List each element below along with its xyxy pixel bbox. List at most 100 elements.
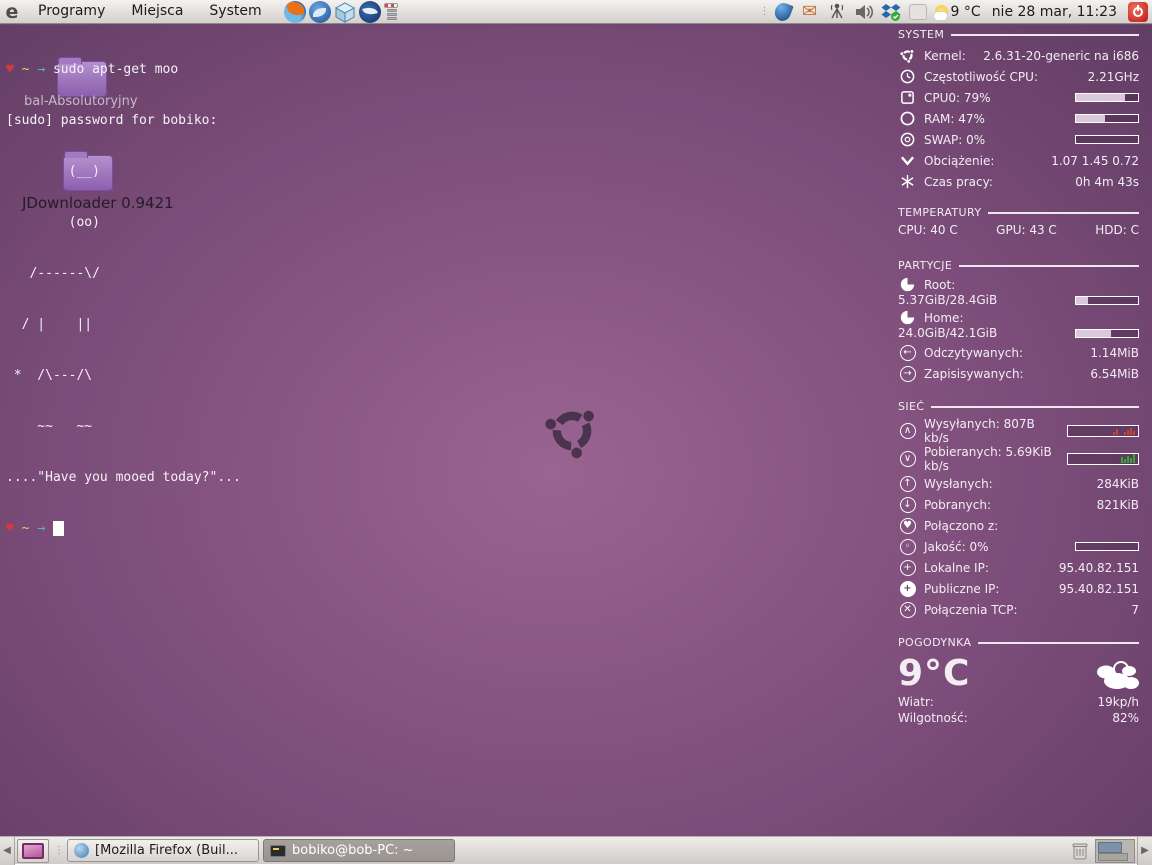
show-desktop-button[interactable] bbox=[17, 839, 49, 863]
folder-label-jdownloader[interactable]: JDownloader 0.9421 bbox=[22, 194, 174, 212]
cow-art-line: ~~ ~~ bbox=[6, 418, 241, 435]
root-usage-row: 5.37GiB/28.4GiB bbox=[898, 293, 1139, 307]
section-header-weather: POGODYNKA bbox=[898, 636, 1139, 649]
swap-bar bbox=[1075, 135, 1139, 144]
task-title: [Mozilla Firefox (Buil... bbox=[95, 843, 238, 858]
mail-tray-icon[interactable]: ✉ bbox=[800, 2, 820, 22]
prompt-arrow: → bbox=[37, 521, 45, 536]
row-label: Czas pracy: bbox=[924, 175, 993, 189]
conky-row-uptime: Czas pracy: 0h 4m 43s bbox=[898, 171, 1139, 192]
thunderbird-launcher-icon[interactable] bbox=[309, 1, 331, 23]
home-bar bbox=[1075, 329, 1139, 338]
ubuntu-mini-icon bbox=[898, 48, 917, 63]
clouds-icon bbox=[1091, 659, 1139, 694]
tasklist-grip-handle[interactable]: ⋮ bbox=[54, 847, 60, 855]
terminal-line: [sudo] password for bobiko: bbox=[6, 112, 241, 129]
conky-row-sent: ↑ Wysłanych: 284KiB bbox=[898, 473, 1139, 494]
task-title: bobiko@bob-PC: ~ bbox=[292, 843, 414, 858]
desktop-screen: e Programy Miejsca System ⋮ bbox=[0, 0, 1152, 864]
row-value: 7 bbox=[1131, 603, 1139, 617]
task-button-terminal[interactable]: bobiko@bob-PC: ~ bbox=[263, 839, 455, 862]
conky-row-connected: ♥ Połączono z: bbox=[898, 515, 1139, 536]
header-rule bbox=[959, 265, 1139, 267]
cow-art-line: / | || bbox=[6, 316, 241, 333]
row-value: 2.6.31-20-generic na i686 bbox=[983, 49, 1139, 63]
row-value: 1.07 1.45 0.72 bbox=[1051, 154, 1139, 168]
power-button[interactable] bbox=[1128, 2, 1148, 22]
conky-row-downspeed: ∨ Pobieranych: 5.69KiB kb/s bbox=[898, 445, 1139, 473]
clock-icon bbox=[898, 69, 917, 84]
wind-label: Wiatr: bbox=[898, 694, 934, 710]
spring-coil bbox=[387, 13, 397, 16]
row-label: Root: bbox=[924, 278, 955, 292]
ram-bar bbox=[1075, 114, 1139, 123]
disk-pie-icon bbox=[898, 277, 917, 292]
weather-current: 9°C bbox=[898, 653, 1139, 694]
bottom-panel: ◀ ⋮ [Mozilla Firefox (Buil... bobiko@bob… bbox=[0, 836, 1152, 864]
arrow-right-circle-icon: → bbox=[898, 366, 917, 382]
workspace-switcher[interactable] bbox=[1095, 839, 1135, 863]
spring-coil bbox=[387, 17, 397, 20]
wind-row: Wiatr: 19kp/h bbox=[898, 694, 1139, 710]
tray-grip-handle[interactable]: ⋮ bbox=[760, 8, 766, 16]
sun-cloud-icon bbox=[935, 5, 948, 18]
weather-big-temp: 9°C bbox=[898, 653, 970, 694]
terminal-line: ...."Have you mooed today?"... bbox=[6, 469, 241, 486]
header-rule bbox=[931, 406, 1139, 408]
gpu-temp: GPU: 43 C bbox=[996, 223, 1057, 237]
menu-programy[interactable]: Programy bbox=[26, 0, 117, 23]
menu-system[interactable]: System bbox=[197, 0, 273, 23]
cpu-temp: CPU: 40 C bbox=[898, 223, 958, 237]
section-header-system: SYSTEM bbox=[898, 28, 1139, 41]
virtualbox-launcher-icon[interactable] bbox=[334, 1, 356, 23]
spring-coil bbox=[387, 9, 397, 12]
terminal-line: ♥ ~ → sudo apt-get moo bbox=[6, 61, 241, 78]
cow-art-line: * /\---/\ bbox=[6, 367, 241, 384]
panel-scroll-right-button[interactable]: ▶ bbox=[1137, 837, 1152, 865]
section-header-temps: TEMPERATURY bbox=[898, 206, 1139, 219]
row-value: 1.14MiB bbox=[1090, 346, 1139, 360]
volume-tray-icon[interactable] bbox=[854, 2, 874, 22]
row-label: Jakość: 0% bbox=[924, 540, 989, 554]
blank-tray-icon[interactable] bbox=[908, 2, 928, 22]
hdd-temp: HDD: C bbox=[1095, 223, 1139, 237]
trash-applet[interactable] bbox=[1067, 841, 1093, 861]
prompt-arrow: → bbox=[37, 62, 45, 77]
row-label: RAM: 47% bbox=[924, 112, 985, 126]
bottom-panel-right: ▶ bbox=[1067, 837, 1152, 865]
folder-label-bal[interactable]: bal-Absolutoryjny bbox=[24, 94, 138, 109]
row-label: Pobieranych: 5.69KiB kb/s bbox=[924, 445, 1060, 473]
terminal-cursor[interactable] bbox=[53, 521, 64, 536]
workspace-window-thumb bbox=[1098, 842, 1122, 853]
clock-applet[interactable]: nie 28 mar, 11:23 bbox=[988, 4, 1121, 20]
humidity-value: 82% bbox=[1112, 710, 1139, 726]
spring-toy-launcher-icon[interactable] bbox=[384, 3, 400, 23]
conky-row-swap: SWAP: 0% bbox=[898, 129, 1139, 150]
firefox-launcher-icon[interactable] bbox=[284, 1, 306, 23]
conky-row-upspeed: ∧ Wysyłanych: 807B kb/s bbox=[898, 417, 1139, 445]
row-value: 95.40.82.151 bbox=[1059, 561, 1139, 575]
conky-row-read: ← Odczytywanych: 1.14MiB bbox=[898, 342, 1139, 363]
header-rule bbox=[978, 642, 1139, 644]
dropbox-tray-icon[interactable] bbox=[881, 2, 901, 22]
wolf-browser-launcher-icon[interactable] bbox=[359, 1, 381, 23]
row-label: Lokalne IP: bbox=[924, 561, 989, 575]
cow-art-line: /------\/ bbox=[6, 265, 241, 282]
row-value: 6.54MiB bbox=[1090, 367, 1139, 381]
network-antenna-tray-icon[interactable] bbox=[827, 2, 847, 22]
panel-scroll-left-button[interactable]: ◀ bbox=[0, 837, 15, 865]
row-label: Kernel: bbox=[924, 49, 966, 63]
cpu-bar bbox=[1075, 93, 1139, 102]
conky-row-quality: ◦ Jakość: 0% bbox=[898, 536, 1139, 557]
conky-row-publicip: + Publiczne IP: 95.40.82.151 bbox=[898, 578, 1139, 599]
swirl-tray-icon[interactable] bbox=[773, 2, 793, 22]
weather-applet[interactable]: 9 °C bbox=[935, 4, 981, 20]
distro-logo-icon[interactable]: e bbox=[0, 1, 24, 23]
plus-circle-icon: + bbox=[898, 560, 917, 576]
swap-disc-icon bbox=[898, 132, 917, 147]
menu-miejsca[interactable]: Miejsca bbox=[119, 0, 195, 23]
ram-circle-icon bbox=[898, 111, 917, 126]
task-button-firefox[interactable]: [Mozilla Firefox (Buil... bbox=[67, 839, 259, 862]
root-usage: 5.37GiB/28.4GiB bbox=[898, 293, 997, 307]
section-header-network: SIEĆ bbox=[898, 400, 1139, 413]
